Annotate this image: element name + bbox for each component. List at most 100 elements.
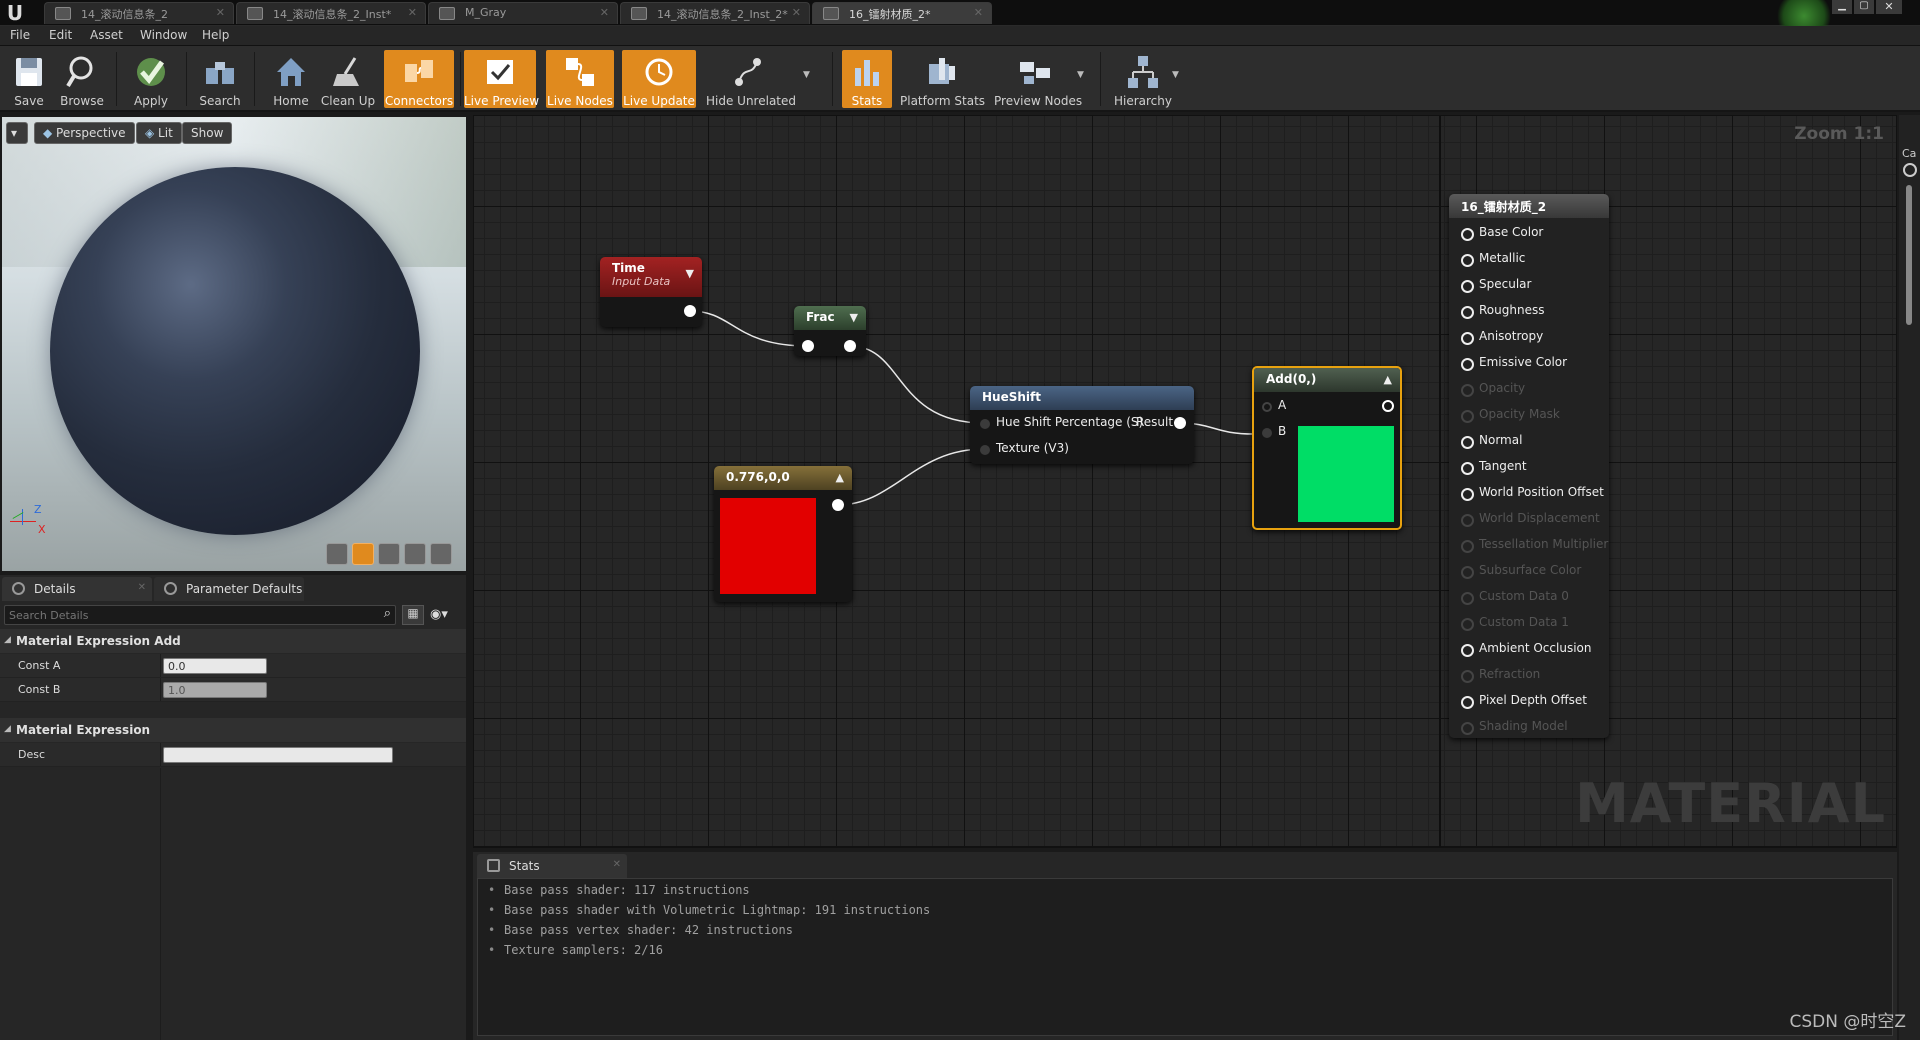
hide-unrelated-dropdown-icon[interactable]: ▼ bbox=[803, 70, 810, 80]
property-matrix-icon[interactable]: ▦ bbox=[402, 605, 424, 625]
close-icon[interactable]: ✕ bbox=[792, 6, 801, 19]
result-pin-row[interactable]: Pixel Depth Offset bbox=[1459, 689, 1587, 715]
node-hueshift-header[interactable]: HueShift bbox=[970, 386, 1194, 410]
save-button[interactable]: Save bbox=[8, 50, 50, 108]
hierarchy-dropdown-icon[interactable]: ▼ bbox=[1172, 70, 1179, 80]
frac-output-pin[interactable] bbox=[844, 340, 856, 352]
collapse-arrow-icon[interactable]: ▲ bbox=[1384, 373, 1392, 386]
material-graph-canvas[interactable]: Zoom 1:1 MATERIAL Time Input Data ▼ Frac… bbox=[473, 115, 1897, 848]
collapse-arrow-icon[interactable]: ▲ bbox=[836, 471, 844, 484]
result-pin-row[interactable]: Metallic bbox=[1459, 247, 1525, 273]
close-icon[interactable]: ✕ bbox=[600, 6, 609, 19]
collapse-arrow-icon[interactable]: ▼ bbox=[686, 267, 694, 280]
result-input-pin[interactable] bbox=[1461, 592, 1474, 605]
add-output-pin[interactable] bbox=[1382, 400, 1394, 412]
result-pin-row[interactable]: Subsurface Color bbox=[1459, 559, 1581, 585]
result-pin-row[interactable]: Tangent bbox=[1459, 455, 1527, 481]
tab-stats[interactable]: Stats ✕ bbox=[477, 854, 627, 878]
node-result-header[interactable]: 16_镭射材质_2 bbox=[1449, 194, 1609, 218]
home-button[interactable]: Home bbox=[268, 50, 314, 108]
perspective-button[interactable]: ◆ Perspective bbox=[34, 122, 135, 144]
tab-document-1[interactable]: 14_滚动信息条_2 ✕ bbox=[44, 2, 234, 24]
preview-sphere-button[interactable] bbox=[352, 543, 374, 565]
view-options-eye-icon[interactable]: ◉▾ bbox=[430, 607, 460, 625]
menu-help[interactable]: Help bbox=[202, 28, 229, 42]
result-input-pin[interactable] bbox=[1461, 488, 1474, 501]
time-output-pin[interactable] bbox=[684, 305, 696, 317]
lit-button[interactable]: ◈ Lit bbox=[136, 122, 182, 144]
result-input-pin[interactable] bbox=[1461, 254, 1474, 267]
viewport-options-button[interactable]: ▾ bbox=[6, 122, 28, 144]
search-button[interactable]: Search bbox=[196, 50, 244, 108]
result-input-pin[interactable] bbox=[1461, 670, 1474, 683]
result-input-pin[interactable] bbox=[1461, 280, 1474, 293]
material-preview-viewport[interactable]: ▾ ◆ Perspective ◈ Lit Show Z X bbox=[2, 117, 466, 571]
preview-plane-button[interactable] bbox=[378, 543, 400, 565]
tab-parameter-defaults[interactable]: Parameter Defaults bbox=[154, 577, 304, 601]
stats-toggle-button[interactable]: Stats bbox=[842, 50, 892, 108]
result-input-pin[interactable] bbox=[1461, 722, 1474, 735]
frac-input-pin[interactable] bbox=[802, 340, 814, 352]
result-input-pin[interactable] bbox=[1461, 696, 1474, 709]
menu-asset[interactable]: Asset bbox=[90, 28, 123, 42]
apply-button[interactable]: Apply bbox=[126, 50, 176, 108]
close-icon[interactable]: ✕ bbox=[613, 859, 621, 870]
preview-cylinder-button[interactable] bbox=[326, 543, 348, 565]
menu-edit[interactable]: Edit bbox=[49, 28, 72, 42]
result-input-pin[interactable] bbox=[1461, 644, 1474, 657]
preview-nodes-dropdown-icon[interactable]: ▼ bbox=[1077, 70, 1084, 80]
add-input-b-pin[interactable] bbox=[1262, 428, 1272, 438]
desc-input[interactable] bbox=[163, 747, 393, 763]
result-pin-row[interactable]: Specular bbox=[1459, 273, 1531, 299]
details-search-input[interactable] bbox=[5, 606, 365, 624]
result-input-pin[interactable] bbox=[1461, 436, 1474, 449]
tab-details[interactable]: Details ✕ bbox=[2, 577, 152, 601]
node-frac[interactable]: Frac ▼ bbox=[794, 306, 866, 356]
tab-document-5[interactable]: 16_镭射材质_2* ✕ bbox=[812, 2, 992, 24]
node-constant-header[interactable]: 0.776,0,0 ▲ bbox=[714, 466, 852, 490]
tab-document-3[interactable]: M_Gray ✕ bbox=[428, 2, 618, 24]
result-input-pin[interactable] bbox=[1461, 332, 1474, 345]
hide-unrelated-button[interactable]: Hide Unrelated bbox=[706, 50, 796, 108]
browse-button[interactable]: Browse bbox=[58, 50, 106, 108]
section-material-expression-add[interactable]: ◢ Material Expression Add bbox=[0, 629, 466, 653]
live-preview-toggle-button[interactable]: Live Preview bbox=[464, 50, 539, 108]
section-material-expression[interactable]: ◢ Material Expression bbox=[0, 718, 466, 742]
result-pin-row[interactable]: Ambient Occlusion bbox=[1459, 637, 1591, 663]
result-pin-row[interactable]: World Displacement bbox=[1459, 507, 1600, 533]
hue-shift-percentage-input-pin[interactable] bbox=[980, 419, 990, 429]
texture-input-pin[interactable] bbox=[980, 445, 990, 455]
result-input-pin[interactable] bbox=[1461, 384, 1474, 397]
result-input-pin[interactable] bbox=[1461, 566, 1474, 579]
close-icon[interactable]: ✕ bbox=[216, 6, 225, 19]
result-pin-row[interactable]: Shading Model bbox=[1459, 715, 1568, 741]
result-pin-row[interactable]: Roughness bbox=[1459, 299, 1544, 325]
result-pin-row[interactable]: Anisotropy bbox=[1459, 325, 1543, 351]
menu-file[interactable]: File bbox=[10, 28, 30, 42]
maximize-icon[interactable]: ▢ bbox=[1854, 0, 1874, 14]
node-add-header[interactable]: Add(0,) ▲ bbox=[1254, 368, 1400, 392]
result-pin-row[interactable]: Base Color bbox=[1459, 221, 1543, 247]
result-pin-row[interactable]: Custom Data 1 bbox=[1459, 611, 1569, 637]
hueshift-result-output-pin[interactable] bbox=[1174, 417, 1186, 429]
close-icon[interactable]: ✕ bbox=[974, 6, 983, 19]
result-input-pin[interactable] bbox=[1461, 358, 1474, 371]
minimize-icon[interactable]: ▁ bbox=[1832, 0, 1852, 14]
result-pin-row[interactable]: Refraction bbox=[1459, 663, 1540, 689]
result-pin-row[interactable]: World Position Offset bbox=[1459, 481, 1604, 507]
hierarchy-button[interactable]: Hierarchy bbox=[1112, 50, 1174, 108]
node-hueshift[interactable]: HueShift Hue Shift Percentage (S) Result… bbox=[970, 386, 1194, 464]
search-icon[interactable] bbox=[1903, 163, 1917, 177]
close-icon[interactable]: ✕ bbox=[138, 582, 146, 593]
result-input-pin[interactable] bbox=[1461, 462, 1474, 475]
clean-up-button[interactable]: Clean Up bbox=[320, 50, 376, 108]
close-icon[interactable]: ✕ bbox=[408, 6, 417, 19]
node-constant-vector[interactable]: 0.776,0,0 ▲ bbox=[714, 466, 852, 602]
result-pin-row[interactable]: Opacity Mask bbox=[1459, 403, 1560, 429]
collapse-arrow-icon[interactable]: ▼ bbox=[850, 311, 858, 324]
result-input-pin[interactable] bbox=[1461, 618, 1474, 631]
menu-window[interactable]: Window bbox=[140, 28, 187, 42]
node-time-header[interactable]: Time Input Data ▼ bbox=[600, 257, 702, 297]
result-pin-row[interactable]: Emissive Color bbox=[1459, 351, 1567, 377]
result-input-pin[interactable] bbox=[1461, 514, 1474, 527]
